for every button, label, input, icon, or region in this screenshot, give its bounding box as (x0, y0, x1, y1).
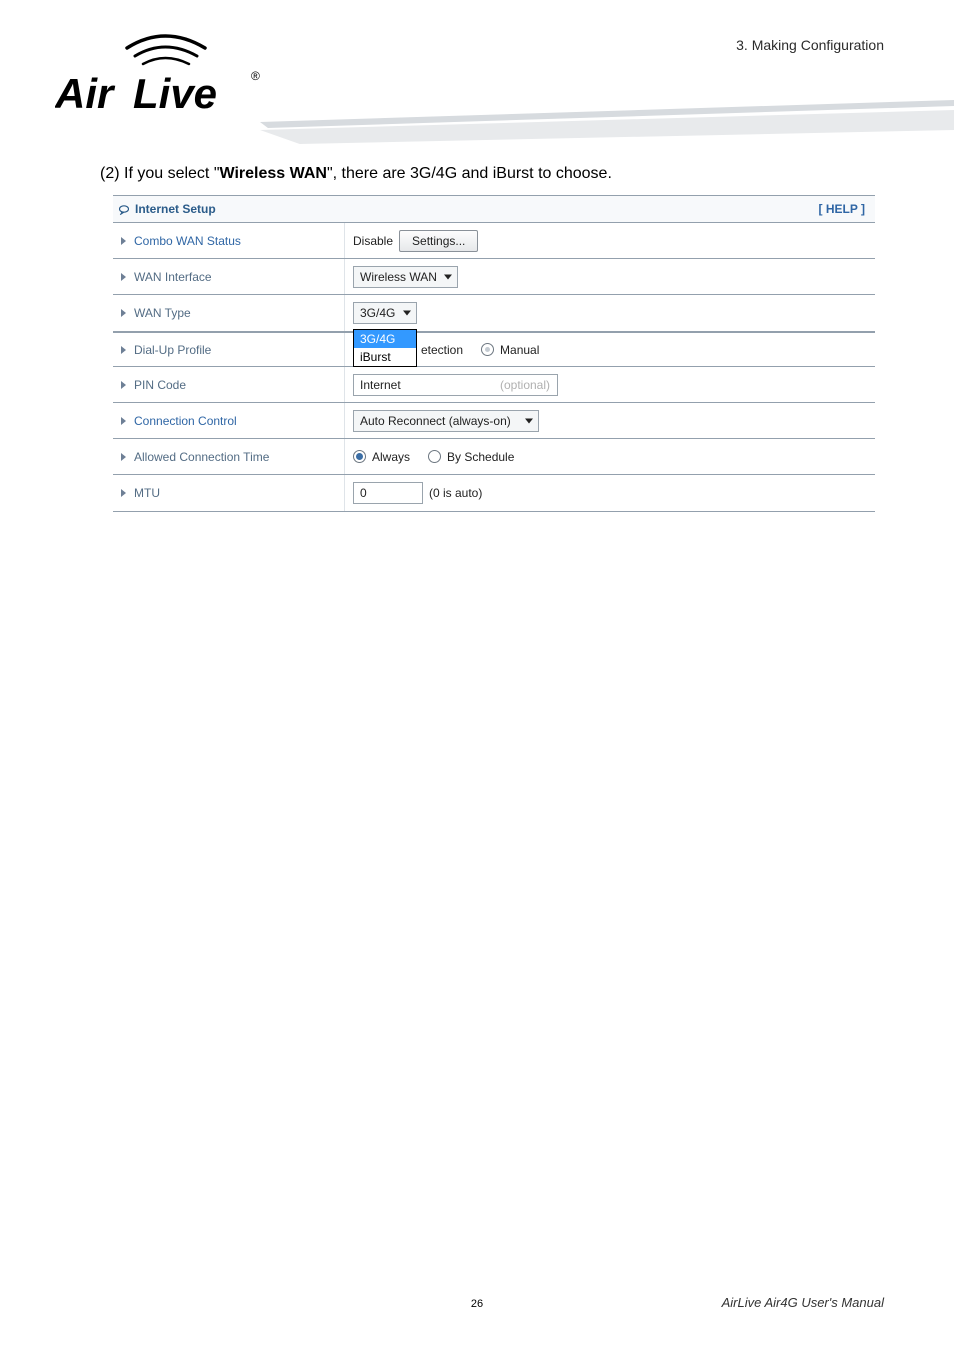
always-label: Always (372, 450, 410, 464)
by-schedule-radio[interactable] (428, 450, 441, 463)
label-pin-code: PIN Code (113, 367, 345, 402)
wan-type-select[interactable]: 3G/4G (353, 302, 417, 324)
wan-type-option-iburst[interactable]: iBurst (354, 348, 416, 366)
chevron-right-icon (121, 453, 126, 461)
select-value: Wireless WAN (360, 270, 437, 284)
value-pin-code: (optional) (345, 367, 875, 402)
value-combo-wan-status: Disable Settings... (345, 223, 875, 258)
label-wan-type: WAN Type (113, 295, 345, 331)
panel-title-text: Internet Setup (135, 202, 216, 216)
brand-logo: Air Live ® (55, 30, 265, 120)
select-value: Auto Reconnect (always-on) (360, 414, 511, 428)
caret-down-icon (444, 274, 452, 279)
caret-down-icon (403, 311, 411, 316)
label-text: PIN Code (134, 378, 186, 392)
caret-down-icon (525, 418, 533, 423)
label-text: Dial-Up Profile (134, 343, 211, 357)
svg-text:®: ® (251, 69, 260, 83)
label-text: MTU (134, 486, 160, 500)
row-mtu: MTU (0 is auto) (113, 475, 875, 511)
label-wan-interface: WAN Interface (113, 259, 345, 294)
footer-manual-title: AirLive Air4G User's Manual (722, 1295, 884, 1310)
row-allowed-connection-time: Allowed Connection Time Always By Schedu… (113, 439, 875, 475)
chevron-right-icon (121, 273, 126, 281)
label-connection-control[interactable]: Connection Control (113, 403, 345, 438)
svg-text:Live: Live (133, 70, 217, 117)
dialup-manual-label: Manual (500, 343, 539, 357)
by-schedule-label: By Schedule (447, 450, 514, 464)
label-dial-up-profile: Dial-Up Profile (113, 333, 345, 366)
wan-type-dropdown: 3G/4G iBurst (353, 329, 417, 367)
chevron-right-icon (121, 489, 126, 497)
mtu-input[interactable] (353, 482, 423, 504)
label-text: Allowed Connection Time (134, 450, 269, 464)
label-text: WAN Type (134, 306, 191, 320)
settings-button[interactable]: Settings... (399, 230, 478, 252)
select-value: 3G/4G (360, 306, 395, 320)
row-connection-control: Connection Control Auto Reconnect (alway… (113, 403, 875, 439)
combo-status-text: Disable (353, 234, 393, 248)
row-wan-type: WAN Type 3G/4G 3G/4G iBurst (113, 295, 875, 331)
row-dial-up-profile: Dial-Up Profile etection Manual (113, 331, 875, 367)
value-allowed-connection-time: Always By Schedule (345, 439, 875, 474)
mtu-note: (0 is auto) (429, 486, 482, 500)
header-divider (260, 100, 954, 150)
intro-bold: Wireless WAN (220, 165, 327, 182)
bubble-icon (119, 204, 129, 214)
chevron-right-icon (121, 346, 126, 354)
intro-suffix: ", there are 3G/4G and iBurst to choose. (327, 165, 612, 182)
pin-input-wrap: (optional) (353, 374, 558, 396)
intro-prefix: (2) If you select " (100, 165, 220, 182)
chevron-right-icon (121, 309, 126, 317)
label-combo-wan-status[interactable]: Combo WAN Status (113, 223, 345, 258)
wan-interface-select[interactable]: Wireless WAN (353, 266, 458, 288)
dialup-manual-radio[interactable] (481, 343, 494, 356)
label-text: Combo WAN Status (134, 234, 241, 248)
always-radio[interactable] (353, 450, 366, 463)
svg-text:Air: Air (55, 70, 116, 117)
wan-type-option-3g4g[interactable]: 3G/4G (354, 330, 416, 348)
value-wan-type: 3G/4G 3G/4G iBurst (345, 295, 875, 331)
connection-control-select[interactable]: Auto Reconnect (always-on) (353, 410, 539, 432)
panel-title: Internet Setup (119, 202, 216, 216)
value-wan-interface: Wireless WAN (345, 259, 875, 294)
page-number: 26 (471, 1298, 483, 1310)
value-connection-control: Auto Reconnect (always-on) (345, 403, 875, 438)
row-pin-code: PIN Code (optional) (113, 367, 875, 403)
chevron-right-icon (121, 417, 126, 425)
value-dial-up-profile: etection Manual (345, 333, 875, 366)
internet-setup-panel: Internet Setup [ HELP ] Combo WAN Status… (113, 195, 875, 512)
dialup-frag-a: etection (421, 343, 463, 357)
label-text: WAN Interface (134, 270, 212, 284)
chevron-right-icon (121, 237, 126, 245)
value-mtu: (0 is auto) (345, 475, 875, 511)
row-wan-interface: WAN Interface Wireless WAN (113, 259, 875, 295)
chapter-heading: 3. Making Configuration (736, 37, 884, 53)
pin-code-input[interactable] (353, 374, 558, 396)
label-text: Connection Control (134, 414, 237, 428)
label-mtu: MTU (113, 475, 345, 511)
help-link[interactable]: [ HELP ] (819, 202, 865, 216)
intro-text: (2) If you select "Wireless WAN", there … (100, 165, 612, 183)
panel-header: Internet Setup [ HELP ] (113, 196, 875, 223)
chevron-right-icon (121, 381, 126, 389)
row-combo-wan-status: Combo WAN Status Disable Settings... (113, 223, 875, 259)
airlive-logo-icon: Air Live ® (55, 30, 265, 120)
label-allowed-connection-time: Allowed Connection Time (113, 439, 345, 474)
